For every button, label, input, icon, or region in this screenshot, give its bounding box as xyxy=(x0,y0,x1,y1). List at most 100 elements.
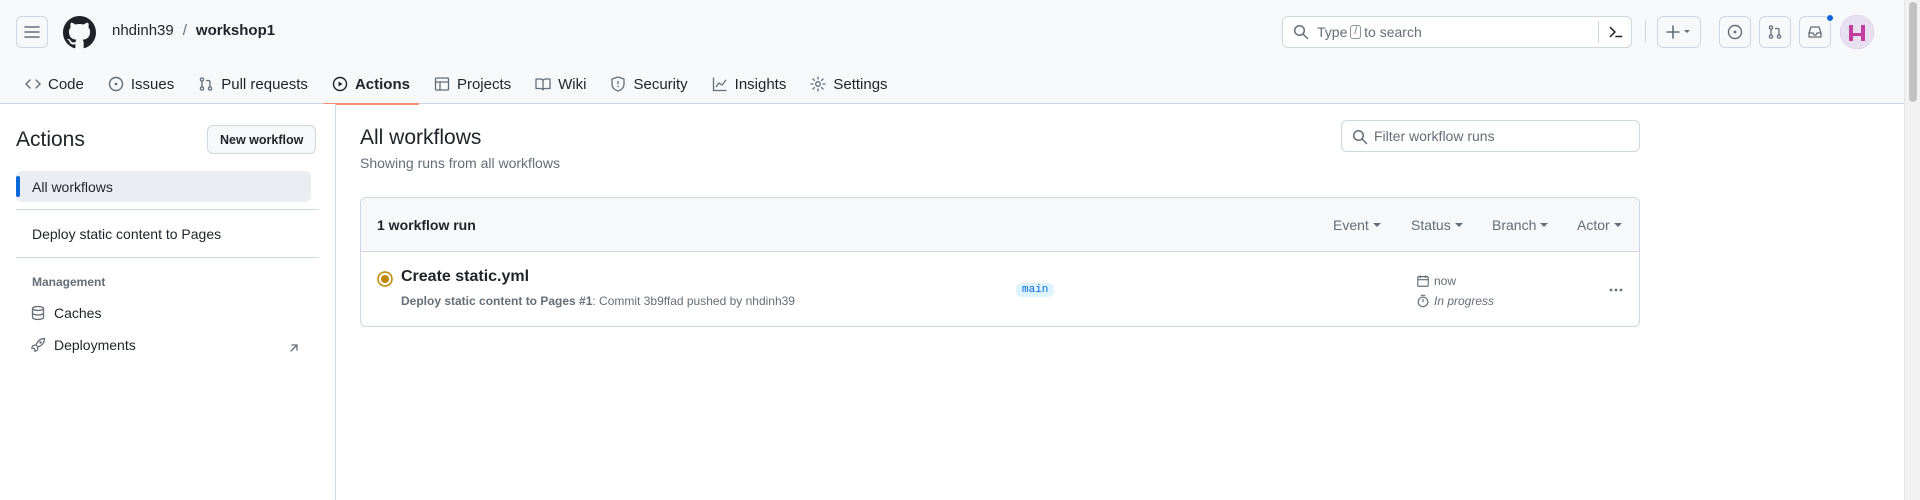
breadcrumb-repo[interactable]: workshop1 xyxy=(196,22,275,39)
tab-label: Pull requests xyxy=(221,75,308,93)
tab-label: Projects xyxy=(456,75,512,93)
branch-badge[interactable]: main xyxy=(1016,283,1055,297)
sidebar-item-label: Caches xyxy=(54,305,102,321)
page-scrollbar[interactable] xyxy=(1904,0,1920,500)
breadcrumb-separator: / xyxy=(182,22,187,39)
repo-tabs: Code Issues Pull requests Actions Projec… xyxy=(16,64,903,105)
tab-label: Actions xyxy=(354,75,410,93)
repo-header: nhdinh39 / workshop1 Type / to search Co… xyxy=(0,0,1904,105)
issue-opened-icon xyxy=(1727,24,1743,40)
sidebar-item-deployments[interactable]: Deployments xyxy=(30,337,136,353)
sidebar-heading-management: Management xyxy=(32,275,106,289)
actor-filter-dropdown[interactable]: Actor xyxy=(1577,217,1622,233)
breadcrumb: nhdinh39 / workshop1 xyxy=(112,22,275,39)
create-new-button[interactable] xyxy=(1657,16,1701,48)
caret-down-icon xyxy=(1613,223,1622,227)
tab-code[interactable]: Code xyxy=(16,64,93,104)
tab-settings[interactable]: Settings xyxy=(801,64,896,104)
avatar[interactable] xyxy=(1840,15,1874,49)
notification-indicator xyxy=(1826,14,1834,22)
run-meta: Deploy static content to Pages #1: Commi… xyxy=(401,294,795,308)
database-icon xyxy=(31,305,45,321)
scrollbar-thumb[interactable] xyxy=(1909,2,1917,102)
arrow-up-right-icon xyxy=(290,344,298,352)
table-icon xyxy=(434,77,450,91)
page-title: All workflows xyxy=(360,126,482,149)
issue-opened-icon xyxy=(108,76,124,92)
run-title-link[interactable]: Create static.yml xyxy=(401,268,529,286)
header-divider xyxy=(1645,20,1646,42)
run-duration: In progress xyxy=(1416,294,1494,308)
event-filter-dropdown[interactable]: Event xyxy=(1333,217,1381,233)
command-palette-icon[interactable] xyxy=(1607,23,1625,41)
sidebar-divider xyxy=(16,257,319,258)
run-duration-text: In progress xyxy=(1434,294,1495,308)
issues-button[interactable] xyxy=(1719,16,1751,48)
sidebar-item-deploy-static-content[interactable]: Deploy static content to Pages xyxy=(32,226,221,242)
sidebar-divider xyxy=(16,209,319,210)
filter-label: Status xyxy=(1411,217,1451,233)
caret-down-icon xyxy=(1372,223,1381,227)
run-workflow-name[interactable]: Deploy static content to Pages #1 xyxy=(401,294,592,308)
branch-filter-dropdown[interactable]: Branch xyxy=(1492,217,1549,233)
runs-list-header: 1 workflow run Event Status Branch Actor xyxy=(361,198,1639,252)
run-timestamp: now xyxy=(1416,274,1456,288)
sidebar-item-label: Deploy static content to Pages xyxy=(32,226,222,242)
filter-label: Event xyxy=(1333,217,1369,233)
filter-label: Branch xyxy=(1492,217,1537,233)
run-commit-info: : Commit 3b9ffad pushed by nhdinh39 xyxy=(592,294,795,308)
tab-label: Issues xyxy=(130,75,175,93)
caret-down-icon xyxy=(1454,223,1463,227)
gear-icon xyxy=(810,76,827,92)
workflow-run-row: Create static.yml Deploy static content … xyxy=(361,252,1639,326)
breadcrumb-owner[interactable]: nhdinh39 xyxy=(112,22,174,39)
shield-icon xyxy=(611,76,626,92)
menu-button[interactable] xyxy=(16,16,48,48)
run-actions-menu-button[interactable] xyxy=(1602,278,1630,302)
user-avatar-icon xyxy=(1840,15,1874,49)
in-progress-status-icon xyxy=(377,271,393,287)
tab-actions[interactable]: Actions xyxy=(322,64,419,105)
global-search[interactable]: Type / to search xyxy=(1282,16,1632,48)
book-icon xyxy=(535,78,551,91)
tab-pull-requests[interactable]: Pull requests xyxy=(189,64,317,104)
actions-sidebar: Actions New workflow All workflows Deplo… xyxy=(0,104,336,500)
filter-label: Actor xyxy=(1577,217,1610,233)
git-pull-request-icon xyxy=(199,77,213,91)
new-workflow-button[interactable]: New workflow xyxy=(207,125,317,154)
graph-icon xyxy=(712,77,727,92)
tab-security[interactable]: Security xyxy=(601,64,696,104)
tab-label: Wiki xyxy=(558,75,587,93)
tab-label: Code xyxy=(48,75,84,93)
stopwatch-icon xyxy=(1417,294,1429,308)
page-subtitle: Showing runs from all workflows xyxy=(360,155,560,171)
search-placeholder-before: Type xyxy=(1317,24,1348,40)
search-placeholder-after: to search xyxy=(1364,24,1422,40)
tab-issues[interactable]: Issues xyxy=(99,64,183,104)
plus-dropdown-icon xyxy=(1666,25,1690,39)
caret-down-icon xyxy=(1540,223,1549,227)
status-filter-dropdown[interactable]: Status xyxy=(1411,217,1463,233)
sidebar-item-all-workflows[interactable]: All workflows xyxy=(16,171,311,202)
filter-workflow-runs-input[interactable]: Filter workflow runs xyxy=(1341,120,1640,152)
filter-placeholder: Filter workflow runs xyxy=(1374,128,1495,144)
sidebar-item-label: Deployments xyxy=(54,337,136,353)
tab-label: Settings xyxy=(833,75,888,93)
runs-count: 1 workflow run xyxy=(377,217,476,233)
tab-insights[interactable]: Insights xyxy=(703,64,796,104)
tab-label: Security xyxy=(633,75,688,93)
workflow-runs-list: 1 workflow run Event Status Branch Actor… xyxy=(360,197,1640,327)
sidebar-item-caches[interactable]: Caches xyxy=(30,305,101,321)
tab-wiki[interactable]: Wiki xyxy=(526,64,595,104)
tab-label: Insights xyxy=(734,75,787,93)
calendar-icon xyxy=(1417,275,1429,287)
tab-projects[interactable]: Projects xyxy=(425,64,520,104)
hamburger-icon xyxy=(24,26,40,38)
pull-requests-button[interactable] xyxy=(1759,16,1791,48)
search-icon xyxy=(1352,129,1368,145)
git-pull-request-icon xyxy=(1768,25,1782,39)
play-icon xyxy=(332,76,348,92)
run-time-text: now xyxy=(1434,274,1457,288)
github-logo-icon[interactable] xyxy=(63,16,96,49)
inbox-icon xyxy=(1808,26,1822,38)
